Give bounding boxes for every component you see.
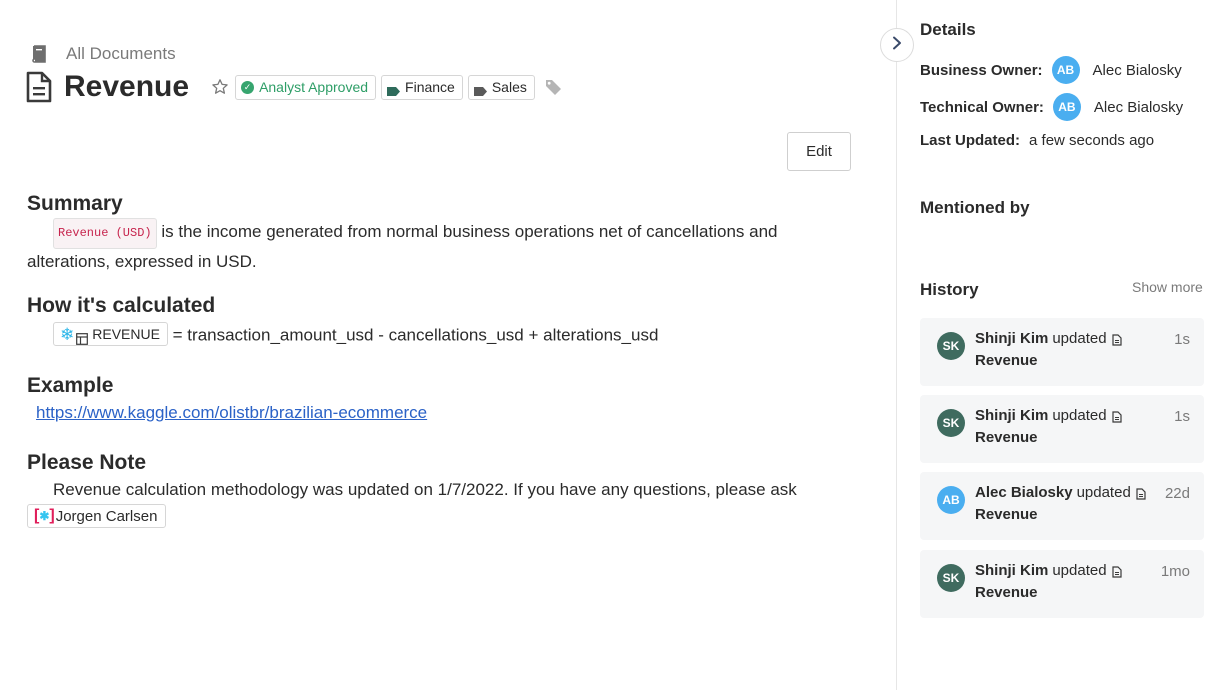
breadcrumb[interactable]: All Documents <box>31 44 176 64</box>
history-action: updated <box>1052 562 1107 579</box>
star-icon[interactable] <box>211 78 229 96</box>
history-time: 1s <box>1174 331 1190 348</box>
edit-button[interactable]: Edit <box>787 132 851 171</box>
history-action: updated <box>1052 407 1107 424</box>
avatar[interactable]: AB <box>1052 93 1081 121</box>
business-owner-label: Business Owner: <box>920 61 1043 79</box>
example-link[interactable]: https://www.kaggle.com/olistbr/brazilian… <box>36 403 427 422</box>
book-icon <box>31 45 47 63</box>
details-heading: Details <box>920 20 976 39</box>
collapse-panel-button[interactable] <box>880 28 914 62</box>
table-icon <box>76 328 89 345</box>
formula-text: = transaction_amount_usd - cancellations… <box>167 325 659 345</box>
history-doc[interactable]: Revenue <box>975 352 1038 369</box>
history-item[interactable]: SK Shinji Kim updated Revenue 1mo <box>920 550 1204 618</box>
analyst-approved-badge[interactable]: ✓ Analyst Approved <box>235 74 377 100</box>
avatar: SK <box>937 332 965 360</box>
breadcrumb-all-documents[interactable]: All Documents <box>66 44 176 64</box>
title-row: Revenue ✓ Analyst Approved Finance Sales <box>26 70 562 104</box>
slack-icon: [✱] <box>34 507 55 524</box>
show-more-link[interactable]: Show more <box>1132 279 1203 295</box>
business-owner-row: Business Owner: AB Alec Bialosky <box>920 56 1182 84</box>
document-icon <box>26 71 52 103</box>
technical-owner-name[interactable]: Alec Bialosky <box>1094 99 1183 116</box>
example-heading: Example <box>27 374 114 397</box>
tag-finance[interactable]: Finance <box>381 74 463 100</box>
note-heading: Please Note <box>27 451 147 474</box>
history-doc[interactable]: Revenue <box>975 429 1038 446</box>
chevron-right-icon <box>891 36 903 55</box>
mentioned-heading: Mentioned by <box>920 198 1030 217</box>
revenue-table-chip[interactable]: ❄ REVENUE <box>53 322 168 346</box>
avatar: AB <box>937 486 965 514</box>
snowflake-icon: ❄ <box>60 324 75 344</box>
last-updated-label: Last Updated: <box>920 132 1021 149</box>
calculation-heading: How it's calculated <box>27 294 216 317</box>
check-circle-icon: ✓ <box>241 80 255 94</box>
summary-line1: is the income generated from normal busi… <box>156 222 778 241</box>
document-icon <box>1111 565 1122 578</box>
note-section: Please Note Revenue calculation methodol… <box>27 451 867 528</box>
main-content: All Documents Revenue ✓ Analyst Approved… <box>0 0 896 690</box>
tag-icon <box>387 83 401 96</box>
tag-add-icon[interactable] <box>544 78 562 96</box>
history-item[interactable]: SK Shinji Kim updated Revenue 1s <box>920 395 1204 463</box>
history-time: 1mo <box>1160 563 1190 580</box>
history-heading: History <box>920 280 979 299</box>
person-name: Jorgen Carlsen <box>55 507 158 525</box>
calculation-section: How it's calculated ❄ REVENUE = transact… <box>27 294 867 348</box>
history-action: updated <box>1076 484 1131 501</box>
summary-section: Summary Revenue (USD) is the income gene… <box>27 192 867 274</box>
history-action: updated <box>1052 330 1107 347</box>
last-updated-row: Last Updated: a few seconds ago <box>920 132 1154 149</box>
history-line: Alec Bialosky updated <box>975 484 1146 501</box>
tag-label: Sales <box>491 79 527 95</box>
history-item[interactable]: AB Alec Bialosky updated Revenue 22d <box>920 472 1204 540</box>
avatar: SK <box>937 409 965 437</box>
summary-text: Revenue (USD) is the income generated fr… <box>27 218 867 274</box>
history-line: Shinji Kim updated <box>975 407 1122 424</box>
history-line: Shinji Kim updated <box>975 562 1122 579</box>
history-user: Alec Bialosky <box>975 484 1073 501</box>
history-user: Shinji Kim <box>975 330 1049 347</box>
document-icon <box>1136 487 1146 500</box>
tag-icon <box>473 83 487 96</box>
note-person-row: [✱] Jorgen Carlsen <box>27 504 867 528</box>
history-doc[interactable]: Revenue <box>975 584 1038 601</box>
technical-owner-label: Technical Owner: <box>920 98 1044 116</box>
technical-owner-row: Technical Owner: AB Alec Bialosky <box>920 93 1183 121</box>
approved-label: Analyst Approved <box>259 79 369 95</box>
history-time: 1s <box>1174 408 1190 425</box>
history-time: 22d <box>1164 485 1190 502</box>
last-updated-value: a few seconds ago <box>1029 132 1155 149</box>
tag-sales[interactable]: Sales <box>467 74 535 100</box>
summary-heading: Summary <box>27 192 123 215</box>
summary-line2: alterations, expressed in USD. <box>27 252 257 271</box>
tag-label: Finance <box>405 79 455 95</box>
revenue-code-chip[interactable]: Revenue (USD) <box>53 218 157 249</box>
table-chip-label: REVENUE <box>92 325 160 342</box>
person-mention-chip[interactable]: [✱] Jorgen Carlsen <box>27 504 167 528</box>
business-owner-name[interactable]: Alec Bialosky <box>1093 62 1182 79</box>
avatar: SK <box>937 564 965 592</box>
note-text: Revenue calculation methodology was upda… <box>53 480 797 499</box>
history-item[interactable]: SK Shinji Kim updated Revenue 1s <box>920 318 1204 386</box>
calculation-text: ❄ REVENUE = transaction_amount_usd - can… <box>27 322 867 348</box>
example-section: Example https://www.kaggle.com/olistbr/b… <box>27 374 867 425</box>
history-line: Shinji Kim updated <box>975 330 1122 347</box>
document-icon <box>1111 333 1122 346</box>
details-panel: Details Business Owner: AB Alec Bialosky… <box>896 0 1220 690</box>
history-doc[interactable]: Revenue <box>975 506 1038 523</box>
example-line: https://www.kaggle.com/olistbr/brazilian… <box>27 400 867 425</box>
document-icon <box>1111 410 1122 423</box>
history-user: Shinji Kim <box>975 562 1049 579</box>
history-user: Shinji Kim <box>975 407 1049 424</box>
page-title: Revenue <box>64 70 190 103</box>
avatar[interactable]: AB <box>1051 56 1080 84</box>
